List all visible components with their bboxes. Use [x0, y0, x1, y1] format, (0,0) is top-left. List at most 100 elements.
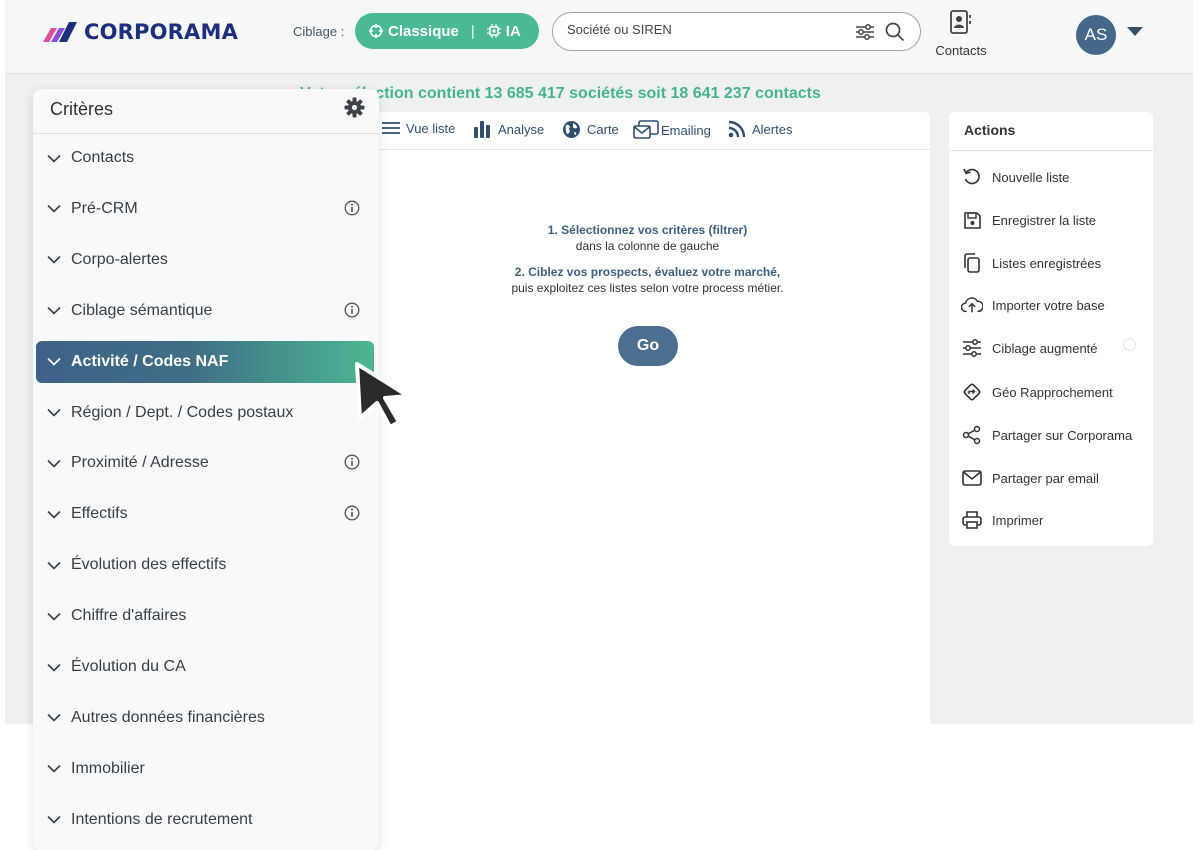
avatar[interactable]: AS [1076, 15, 1116, 55]
divider [949, 150, 1153, 151]
actions-panel: Actions Nouvelle liste Enregistrer la li… [949, 112, 1153, 546]
actions-title: Actions [964, 122, 1016, 138]
criteria-item-label: Proximité / Adresse [71, 454, 209, 472]
criteria-item[interactable]: Activité / Codes NAF [36, 340, 374, 383]
criteria-item-label: Immobilier [71, 759, 145, 777]
criteria-item-label: Évolution des effectifs [71, 556, 227, 574]
step2-text: puis exploitez ces listes selon votre pr… [511, 281, 784, 295]
action-importer-base[interactable]: Importer votre base [961, 294, 1105, 316]
sliders-icon [961, 337, 983, 359]
search-input[interactable] [567, 22, 827, 37]
info-icon[interactable] [344, 454, 360, 475]
gear-icon[interactable] [344, 97, 365, 123]
criteria-item[interactable]: Autres données financières [36, 697, 374, 739]
criteria-item-label: Pré-CRM [71, 199, 138, 217]
action-label: Partager sur Corporama [992, 427, 1133, 443]
action-listes-enregistrees[interactable]: Listes enregistrées [961, 252, 1101, 274]
criteria-item-label: Activité / Codes NAF [71, 352, 229, 370]
chevron-down-icon [47, 764, 61, 773]
chevron-down-icon [47, 815, 61, 824]
selection-summary: Votre sélection contient 13 685 417 soci… [300, 85, 821, 102]
ciblage-option-classique[interactable]: Classique [388, 23, 459, 40]
action-ciblage-augmente[interactable]: Ciblage augmenté [961, 337, 1098, 359]
action-partager-corporama[interactable]: Partager sur Corporama [961, 424, 1132, 446]
criteria-item[interactable]: Chiffre d'affaires [36, 595, 374, 637]
criteria-item-label: Intentions de recrutement [71, 810, 253, 828]
tab-label: Analyse [498, 121, 545, 137]
info-icon[interactable] [344, 200, 360, 221]
action-label: Imprimer [992, 512, 1044, 528]
caret-down-icon[interactable] [1127, 27, 1143, 36]
tab-alertes[interactable]: Alertes [728, 120, 792, 138]
tab-analyse[interactable]: Analyse [474, 120, 544, 138]
tab-emailing[interactable]: Emailing [633, 120, 711, 140]
criteria-item[interactable]: Évolution des effectifs [36, 544, 374, 586]
action-imprimer[interactable]: Imprimer [961, 509, 1043, 531]
direction-icon [961, 381, 983, 403]
criteria-panel: Critères Contacts Pré-CRM Corpo-alertes Cib… [33, 89, 379, 850]
ciblage-separator: | [470, 22, 475, 40]
criteria-item[interactable]: Région / Dept. / Codes postaux [36, 392, 374, 434]
tab-vue-liste[interactable]: Vue liste [382, 120, 455, 136]
tab-label: Emailing [661, 122, 711, 138]
action-label: Géo Rapprochement [992, 384, 1113, 400]
action-label: Ciblage augmenté [992, 340, 1098, 356]
action-label: Nouvelle liste [992, 169, 1070, 185]
criteria-item[interactable]: Pré-CRM [36, 188, 374, 230]
step1-title: 1. Sélectionnez vos critères (filtrer) [547, 223, 748, 237]
search-icon[interactable] [885, 22, 905, 47]
criteria-item[interactable]: Évolution du CA [36, 646, 374, 688]
criteria-item[interactable]: Intentions de recrutement [36, 799, 374, 841]
instructions: 1. Sélectionnez vos critères (filtrer) d… [340, 222, 955, 296]
action-label: Partager par email [992, 470, 1099, 486]
ciblage-toggle[interactable]: Classique | IA [355, 13, 539, 49]
tab-label: Carte [587, 122, 619, 137]
criteria-item[interactable]: Ciblage sémantique [36, 290, 374, 332]
bar-chart-icon [474, 120, 492, 138]
corporama-logo[interactable]: CORPORAMA [43, 20, 238, 44]
contacts-button[interactable]: Contacts [933, 10, 989, 58]
action-enregistrer-liste[interactable]: Enregistrer la liste [961, 209, 1096, 231]
action-geo-rapprochement[interactable]: Géo Rapprochement [961, 381, 1113, 403]
action-label: Importer votre base [992, 297, 1105, 313]
help-icon[interactable] [1123, 338, 1136, 351]
criteria-item-label: Ciblage sémantique [71, 301, 213, 319]
tab-carte[interactable]: Carte [562, 120, 619, 139]
criteria-item[interactable]: Immobilier [36, 748, 374, 790]
share-icon [961, 424, 983, 446]
criteria-item[interactable]: Proximité / Adresse [36, 442, 374, 484]
tab-label: Vue liste [406, 120, 456, 136]
main-panel: Vue liste Analyse Carte Emailing Alertes [340, 112, 930, 724]
chevron-down-icon [47, 204, 61, 214]
criteria-item[interactable]: Contacts [36, 137, 374, 179]
criteria-item-label: Contacts [71, 149, 135, 166]
filter-sliders-icon[interactable] [855, 23, 875, 46]
cloud-upload-icon [961, 294, 983, 316]
criteria-item[interactable]: Effectifs [36, 493, 374, 535]
view-tabs: Vue liste Analyse Carte Emailing Alertes [340, 112, 930, 150]
undo-icon [961, 166, 983, 188]
contacts-label: Contacts [935, 43, 987, 58]
criteria-title: Critères [50, 99, 114, 119]
criteria-item[interactable]: Corpo-alertes [36, 239, 374, 281]
info-icon[interactable] [344, 505, 360, 526]
action-nouvelle-liste[interactable]: Nouvelle liste [961, 166, 1069, 188]
chevron-down-icon [47, 306, 61, 315]
chevron-down-icon [47, 713, 61, 723]
go-button[interactable]: Go [618, 326, 678, 366]
chevron-down-icon [47, 459, 61, 468]
emailing-icon [633, 120, 659, 140]
criteria-item-label: Autres données financières [71, 708, 265, 726]
chevron-down-icon [47, 663, 61, 672]
copy-icon [961, 252, 983, 274]
action-label: Listes enregistrées [992, 255, 1102, 271]
tab-label: Alertes [752, 121, 793, 137]
ciblage-option-ia[interactable]: IA [506, 23, 521, 40]
action-partager-email[interactable]: Partager par email [961, 467, 1099, 489]
save-icon [961, 209, 983, 231]
info-icon[interactable] [344, 302, 360, 323]
search-box [552, 12, 921, 51]
printer-icon [961, 509, 983, 531]
mail-icon [961, 467, 983, 489]
crosshair-icon [369, 24, 383, 38]
